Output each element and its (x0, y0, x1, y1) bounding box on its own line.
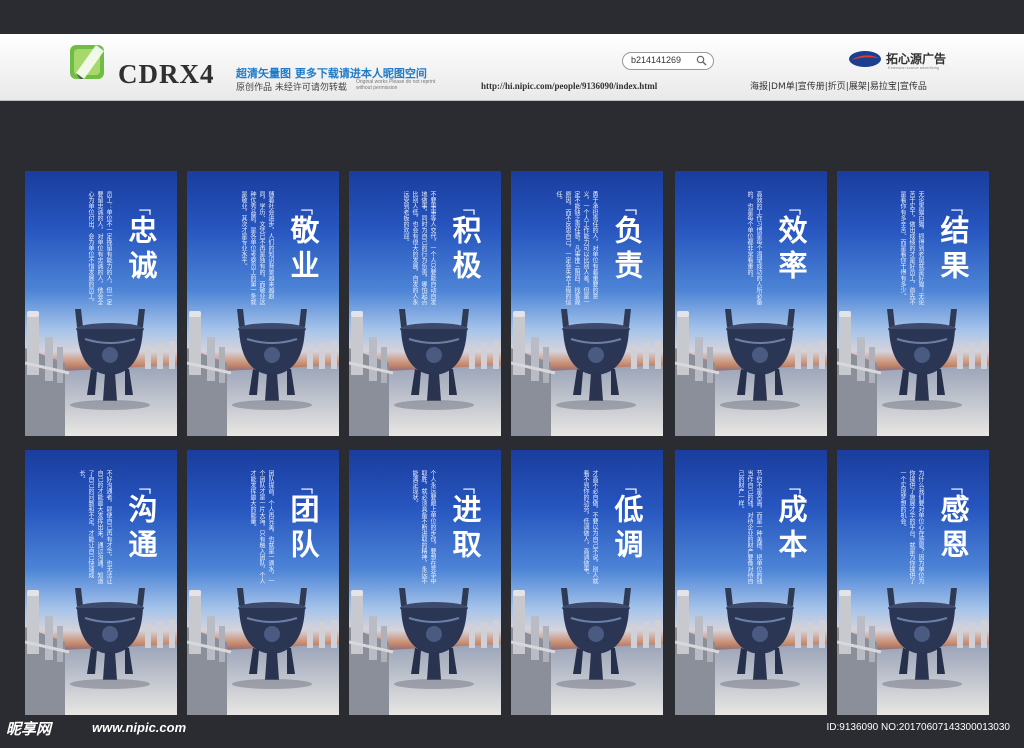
bronze-cauldron-scene (675, 309, 827, 436)
poster-card: 「进取 个人永远要跟上单位的步伐，要想在竞争中取胜，就必须具备不断进取的精神，永远… (349, 450, 501, 715)
poster-card: 「团队 团队提前，个人再完美，也就是一滴水，一个团队才是一片大海，只有融入团队，个… (187, 450, 339, 715)
bronze-cauldron-scene (837, 588, 989, 715)
bronze-cauldron-scene (675, 588, 827, 715)
bronze-cauldron-scene (511, 588, 663, 715)
poster-title: 「感恩 (936, 478, 970, 564)
poster-title: 「低调 (610, 478, 644, 564)
poster-card: 「结果 无论黑猫白猫，抓得到老鼠就是好猫！无论苦干实干，做出成绩的才是好员工，首先… (837, 171, 989, 436)
image-id-text: ID:9136090 NO:20170607143300013030 (826, 722, 1011, 733)
poster-body-text: 高效的工作习惯是每个渴望成功的人所必备的，也是每个单位都非常看重的。 (746, 191, 762, 305)
bronze-cauldron-scene (349, 588, 501, 715)
bronze-cauldron-scene (187, 588, 339, 715)
poster-body-text: 无论黑猫白猫，抓得到老鼠就是好猫！无论苦干实干，做出成绩的才是好员工，首先不是看… (899, 191, 924, 305)
poster-title: 「敬业 (286, 199, 320, 285)
poster-title: 「沟通 (124, 478, 158, 564)
format-logo-text: CDRX4 (118, 59, 215, 89)
poster-body-text: 不好沟通者，即便自己再有才华，也无法让自己的才能最大发挥出来，通过沟通，知道了自… (78, 470, 112, 584)
search-value: b214141269 (631, 55, 682, 65)
bronze-cauldron-scene (349, 309, 501, 436)
header-banner: CDRX4 超清矢量图 更多下载请进本人昵图空间 原创作品 未经许可请勿转载 O… (0, 34, 1024, 101)
poster-title: 「结果 (936, 199, 970, 285)
bronze-cauldron-scene (25, 588, 177, 715)
poster-card: 「负责 勇于承担责任的人，对单位有着重要的意义，一个人工作能力可以比别人差，但是一… (511, 171, 663, 436)
poster-card: 「敬业 随着社会进步，人们的知识背景越来越趋同，学历、文凭已不再是独有的，而敬业这… (187, 171, 339, 436)
poster-title: 「成本 (774, 478, 808, 564)
poster-title: 「积极 (448, 199, 482, 285)
poster-card: 「沟通 不好沟通者，即便自己再有才华，也无法让自己的才能最大发挥出来，通过沟通，知… (25, 450, 177, 715)
poster-body-text: 勇于承担责任的人，对单位有着重要的意义，一个人工作能力可以比别人差，但是一定不能… (555, 191, 598, 305)
search-icon[interactable] (696, 55, 707, 66)
poster-body-text: 员工：单位不一定挽留有能力的人，但一定要留忠诚的人，对单位有忠诚的人，他会全心为… (87, 191, 112, 305)
poster-title: 「负责 (610, 199, 644, 285)
poster-card: 「感恩 为什么我们要对单位心存感恩？因为单位为你提供了施展才华的平台，就是为你提供… (837, 450, 989, 715)
promo-notice-english: Original works Please do not reprint wit… (356, 79, 436, 91)
site-url: www.nipic.com (92, 720, 187, 735)
poster-title: 「效率 (774, 199, 808, 285)
promo-notice: 原创作品 未经许可请勿转载 (236, 83, 347, 93)
site-logo: 昵享网 (6, 720, 52, 738)
bronze-cauldron-scene (837, 309, 989, 436)
poster-card: 「积极 不要事事等人交代，一个人只要能自动自发地做事，同时为自己的行为负责，哪怕起… (349, 171, 501, 436)
brand-logo-icon (849, 51, 881, 67)
poster-card: 「低调 才高不必自傲，不要以为自己不说，别人就看不到你的功劳，低调做人，高调做事。 (511, 450, 663, 715)
poster-title: 「忠诚 (124, 199, 158, 285)
poster-card: 「忠诚 员工：单位不一定挽留有能力的人，但一定要留忠诚的人，对单位有忠诚的人，他会… (25, 171, 177, 436)
poster-body-text: 才高不必自傲，不要以为自己不说，别人就看不到你的功劳，低调做人，高调做事。 (582, 470, 598, 584)
brand-subtitle: Extension source advertising (888, 65, 940, 70)
poster-body-text: 节约不是吝啬，而是一种美德，把单位的钱当作自己的钱，对待企业的财产要像对待自己的… (737, 470, 762, 584)
poster-body-text: 为什么我们要对单位心存感恩？因为单位为你提供了施展才华的平台，就是为你提供了一个… (899, 470, 924, 584)
poster-body-text: 不要事事等人交代，一个人只要能自动自发地做事，同时为自己的行为负责，哪怕起点比别… (402, 191, 436, 305)
poster-title: 「进取 (448, 478, 482, 564)
bronze-cauldron-scene (25, 309, 177, 436)
poster-body-text: 个人永远要跟上单位的步伐，要想在竞争中取胜，就必须具备不断进取的精神，永远不能满… (411, 470, 436, 584)
bronze-cauldron-scene (187, 309, 339, 436)
profile-url-link[interactable]: http://hi.nipic.com/people/9136090/index… (481, 81, 657, 91)
poster-body-text: 团队提前，个人再完美，也就是一滴水，一个团队才是一片大海，只有融入团队，个人才能… (249, 470, 274, 584)
search-input[interactable]: b214141269 (622, 52, 714, 70)
poster-title: 「团队 (286, 478, 320, 564)
bronze-cauldron-scene (511, 309, 663, 436)
poster-card: 「成本 节约不是吝啬，而是一种美德，把单位的钱当作自己的钱，对待企业的财产要像对待… (675, 450, 827, 715)
poster-body-text: 随着社会进步，人们的知识背景越来越趋同，学历、文凭已不再是独有的，而敬业这种优秀… (240, 191, 274, 305)
services-list: 海报|DM单|宣传册|折页|展架|易拉宝|宣传品 (750, 82, 927, 92)
poster-card: 「效率 高效的工作习惯是每个渴望成功的人所必备的，也是每个单位都非常看重的。 (675, 171, 827, 436)
coreldraw-logo-icon (70, 45, 104, 79)
